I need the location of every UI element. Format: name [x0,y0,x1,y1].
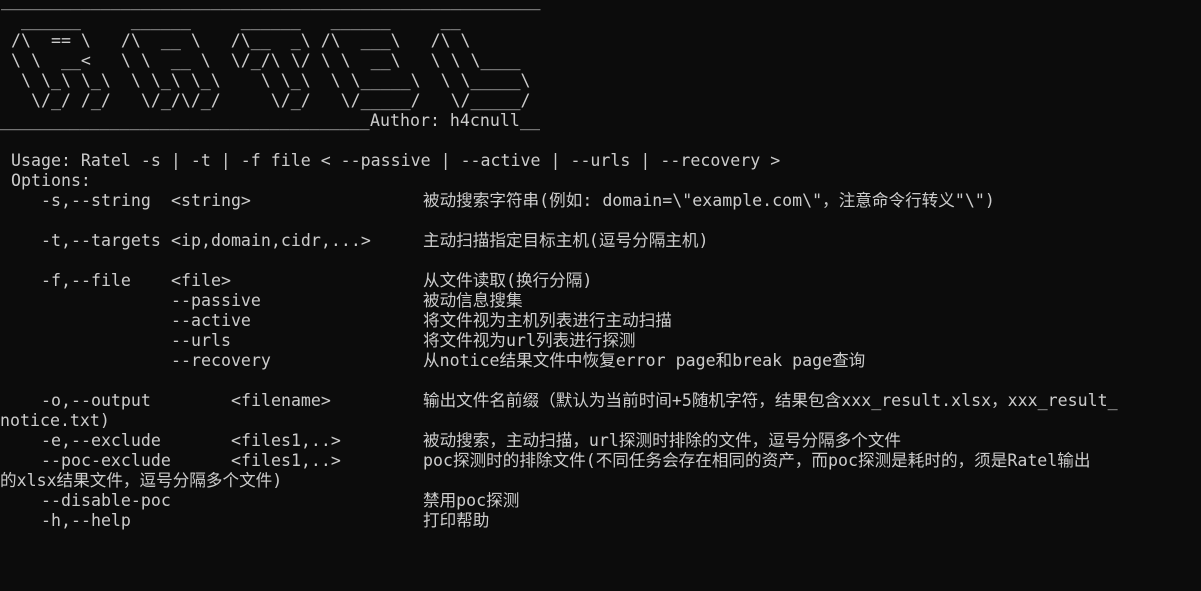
banner-author-line: _____________________________________ Au… [0,111,1201,131]
option-flag: --recovery [171,351,271,370]
banner-art-line: \ \ __< \ \ __ \ \/_/\ \/ \ \ __\ \ \ \_… [1,51,521,70]
option-desc: 从notice结果文件中恢复error page和break page查询 [423,351,866,370]
usage-line: Usage: Ratel -s | -t | -f file < --passi… [11,151,781,170]
option-row-urls: --urls 将文件视为url列表进行探测 [1,331,1201,351]
option-flag: -e,--exclude [41,431,161,450]
option-arg: <string> [171,191,251,210]
banner-art-line: \ \_\ \_\ \ \_\ \_\ \ \_\ \ \_____\ \ \_… [1,71,531,90]
option-flag: -f,--file [41,271,131,290]
option-row-recovery: --recovery 从notice结果文件中恢复error page和brea… [1,351,1201,371]
option-arg: <files1,..> [231,431,341,450]
option-flag: -h,--help [41,511,131,530]
option-flag: --poc-exclude [41,451,171,470]
option-row-targets: -t,--targets <ip,domain,cidr,...> 主动扫描指定… [1,231,1201,251]
option-row-exclude: -e,--exclude <files1,..> 被动搜索，主动扫描，url探测… [1,431,1201,451]
option-desc: 禁用poc探测 [423,491,520,510]
banner-bottom-rule: _____________________________________ [0,111,370,130]
option-arg: <filename> [231,391,331,410]
option-row-active: --active 将文件视为主机列表进行主动扫描 [1,311,1201,331]
option-desc: 被动信息搜集 [423,291,523,310]
option-flag: --urls [171,331,231,350]
option-flag: --active [171,311,251,330]
option-desc: 打印帮助 [423,511,490,530]
option-row-poc-exclude: --poc-exclude <files1,..> poc探测时的排除文件(不同… [1,451,1201,471]
option-desc: poc探测时的排除文件(不同任务会存在相同的资产，而poc探测是耗时的，须是Ra… [423,451,1091,470]
banner-top-rule: ________________________________________… [1,0,541,10]
option-desc: 将文件视为主机列表进行主动扫描 [423,311,672,330]
option-flag: -s,--string [41,191,151,210]
banner-art-line: ______ ______ ______ ______ __ [1,11,461,30]
option-desc: 将文件视为url列表进行探测 [423,331,636,350]
option-arg: <files1,..> [231,451,341,470]
option-arg: <ip,domain,cidr,...> [171,231,371,250]
option-row-output: -o,--output <filename> 输出文件名前缀（默认为当前时间+5… [1,391,1201,411]
author: Author: h4cnull [370,111,520,130]
option-row-help: -h,--help 打印帮助 [1,511,1201,531]
option-flag: --passive [171,291,261,310]
option-row-file: -f,--file <file> 从文件读取(换行分隔) [1,271,1201,291]
option-row-string: -s,--string <string> 被动搜索字符串(例如: domain=… [1,191,1201,211]
banner-art-line: /\ == \ /\ __ \ /\__ _\ /\ ___\ /\ \ [1,31,471,50]
option-desc-wrap: 的xlsx结果文件，逗号分隔多个文件) [0,471,283,490]
option-flag: --disable-poc [41,491,171,510]
option-flag: -t,--targets [41,231,161,250]
option-arg: <file> [171,271,231,290]
banner-art-line: \/_/ /_/ \/_/\/_/ \/_/ \/_____/ \/_____/ [1,91,531,110]
option-desc: 从文件读取(换行分隔) [423,271,593,290]
option-flag: -o,--output [41,391,151,410]
author-tail: __ [520,111,540,130]
option-desc: 被动搜索字符串(例如: domain=\"example.com\"，注意命令行… [423,191,995,210]
option-desc-wrap: notice.txt) [0,411,110,430]
option-row-passive: --passive 被动信息搜集 [1,291,1201,311]
options-label: Options: [11,171,91,190]
option-desc: 被动搜索，主动扫描，url探测时排除的文件，逗号分隔多个文件 [423,431,902,450]
option-desc: 主动扫描指定目标主机(逗号分隔主机) [423,231,709,250]
option-row-disable-poc: --disable-poc 禁用poc探测 [1,491,1201,511]
option-desc: 输出文件名前缀（默认为当前时间+5随机字符，结果包含xxx_result.xls… [423,391,1118,410]
